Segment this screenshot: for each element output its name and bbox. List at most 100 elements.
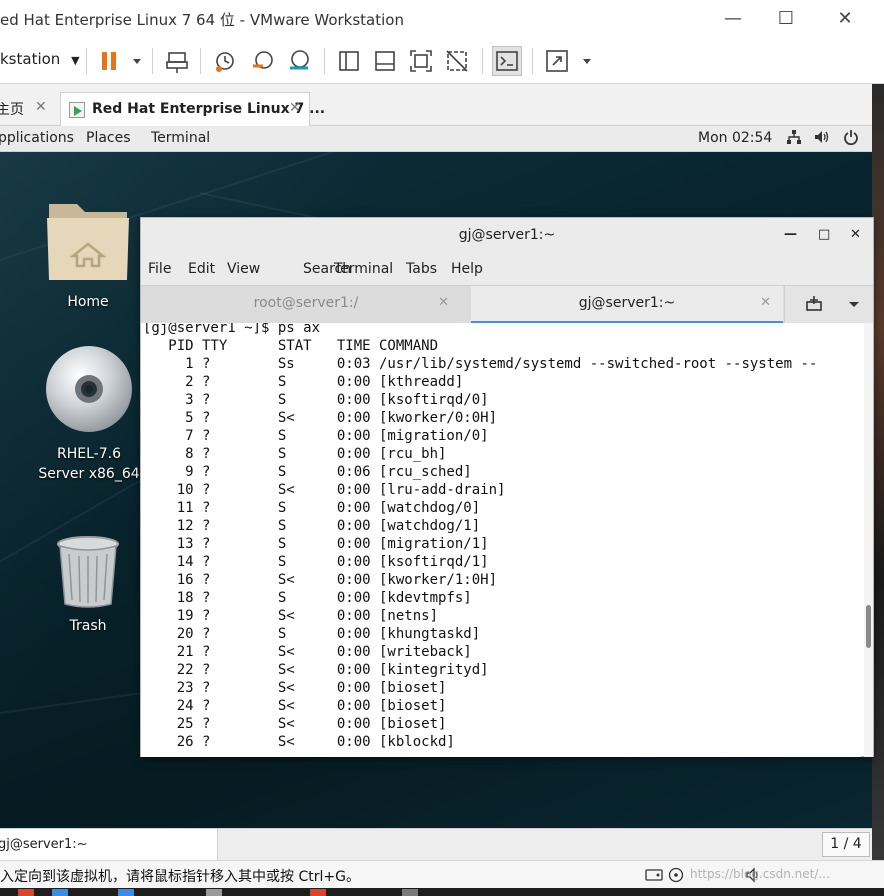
terminal-line: 26 ? S< 0:00 [kblockd] xyxy=(143,734,455,750)
terminal-tab-label: root@server1:/ xyxy=(253,295,359,311)
taskbar-app-icon[interactable] xyxy=(118,889,134,896)
tab-home-label: 主页 xyxy=(0,102,24,118)
taskbar-app-icon[interactable] xyxy=(402,889,418,896)
pause-icon[interactable] xyxy=(98,48,124,74)
terminal-line: 19 ? S< 0:00 [netns] xyxy=(143,608,439,624)
desktop-icon-rhel-disc[interactable]: RHEL-7.6 Server x86_64 xyxy=(33,344,145,484)
terminal-title-bar[interactable]: gj@server1:~ — □ ✕ xyxy=(141,218,873,255)
terminal-app-menu[interactable]: Terminal xyxy=(151,130,210,146)
terminal-tab-label: gj@server1:~ xyxy=(578,295,676,311)
taskbar-app-icon[interactable] xyxy=(310,889,326,896)
menu-view[interactable]: View xyxy=(227,261,260,277)
cd-rom-icon[interactable] xyxy=(668,867,686,883)
terminal-line: 24 ? S< 0:00 [bioset] xyxy=(143,698,447,714)
hard-disk-icon[interactable] xyxy=(645,867,663,883)
volume-icon[interactable] xyxy=(813,129,831,149)
desktop-icon-home[interactable]: Home xyxy=(33,198,143,312)
new-tab-icon[interactable] xyxy=(805,295,823,317)
taskbar-app-icon[interactable] xyxy=(52,889,68,896)
terminal-menu-bar: File Edit View Search Terminal Tabs Help xyxy=(141,255,873,285)
stretch-dropdown-icon[interactable] xyxy=(574,48,591,74)
workspace-pager[interactable]: 1 / 4 xyxy=(822,832,870,857)
vm-taskbar-window[interactable]: gj@server1:~ xyxy=(0,829,218,860)
close-icon[interactable]: ✕ xyxy=(289,100,301,116)
terminal-scrollbar[interactable] xyxy=(864,323,873,757)
terminal-line: 10 ? S< 0:00 [lru-add-drain] xyxy=(143,482,506,498)
terminal-line: PID TTY STAT TIME COMMAND xyxy=(143,338,439,354)
terminal-line: 23 ? S< 0:00 [bioset] xyxy=(143,680,447,696)
terminal-line: 11 ? S 0:00 [watchdog/0] xyxy=(143,500,481,516)
close-icon[interactable]: ✕ xyxy=(760,286,771,320)
revert-snapshot-icon[interactable] xyxy=(250,48,276,74)
menu-file[interactable]: File xyxy=(148,261,171,277)
vmware-tab-bar: 主页 ✕ Red Hat Enterprise Linux 7 ... ✕ xyxy=(0,84,884,126)
tab-home[interactable]: 主页 ✕ xyxy=(0,92,58,126)
terminal-tab-bar: root@server1:/ ✕ gj@server1:~ ✕ xyxy=(141,285,873,323)
menu-terminal[interactable]: Terminal xyxy=(334,261,393,277)
close-icon[interactable]: ✕ xyxy=(438,286,449,320)
terminal-close-button[interactable]: ✕ xyxy=(850,227,861,242)
terminal-line: 16 ? S< 0:00 [kworker/1:0H] xyxy=(143,572,498,588)
vm-running-icon xyxy=(69,102,85,118)
terminal-tab-root[interactable]: root@server1:/ ✕ xyxy=(141,286,471,323)
chevron-down-icon[interactable] xyxy=(847,296,861,315)
toolbar-divider xyxy=(200,48,201,74)
status-message: 入定向到该虚拟机，请将鼠标指针移入其中或按 Ctrl+G。 xyxy=(0,869,360,885)
vmware-title-bar: ed Hat Enterprise Linux 7 64 位 - VMware … xyxy=(0,0,884,40)
screen: ed Hat Enterprise Linux 7 64 位 - VMware … xyxy=(0,0,884,896)
menu-edit[interactable]: Edit xyxy=(188,261,215,277)
terminal-window[interactable]: gj@server1:~ — □ ✕ File Edit View Search… xyxy=(140,217,874,757)
desktop-icon-label: Trash xyxy=(69,618,107,634)
workstation-menu-label: kstation xyxy=(0,50,61,68)
minimize-button[interactable]: — xyxy=(718,6,748,32)
full-screen-icon[interactable] xyxy=(408,48,434,74)
snapshot-icon[interactable] xyxy=(212,48,238,74)
toolbar-divider xyxy=(482,48,483,74)
pause-dropdown-icon[interactable] xyxy=(124,48,141,74)
vmware-status-bar: 入定向到该虚拟机，请将鼠标指针移入其中或按 Ctrl+G。 https://bl… xyxy=(0,860,884,888)
terminal-line: 20 ? S 0:00 [khungtaskd] xyxy=(143,626,481,642)
close-icon[interactable]: ✕ xyxy=(35,99,47,115)
terminal-scrollbar-thumb[interactable] xyxy=(866,605,871,648)
terminal-tab-gj[interactable]: gj@server1:~ ✕ xyxy=(471,286,783,323)
menu-help[interactable]: Help xyxy=(451,261,483,277)
desktop-icon-trash[interactable]: Trash xyxy=(33,534,143,636)
power-icon[interactable] xyxy=(843,129,859,149)
terminal-line: 3 ? S 0:00 [ksoftirqd/0] xyxy=(143,392,489,408)
terminal-line: 1 ? Ss 0:03 /usr/lib/systemd/systemd --s… xyxy=(143,356,818,372)
gnome-top-bar: pplications Places Terminal Mon 02:54 xyxy=(0,126,872,152)
taskbar-app-icon[interactable] xyxy=(18,889,34,896)
toolbar-divider xyxy=(532,48,533,74)
taskbar-app-icon[interactable] xyxy=(206,889,222,896)
console-view-icon[interactable] xyxy=(492,46,522,76)
clock[interactable]: Mon 02:54 xyxy=(698,130,772,146)
terminal-line: 21 ? S< 0:00 [writeback] xyxy=(143,644,472,660)
host-taskbar xyxy=(0,888,884,896)
watermark-text: https://blog.csdn.net/... xyxy=(690,867,830,881)
show-library-icon[interactable] xyxy=(336,48,362,74)
tab-rhel-vm[interactable]: Red Hat Enterprise Linux 7 ... ✕ xyxy=(60,92,325,126)
maximize-button[interactable]: ☐ xyxy=(771,6,801,32)
send-ctrl-alt-del-icon[interactable] xyxy=(164,48,190,74)
trash-icon xyxy=(57,536,119,608)
terminal-minimize-button[interactable]: — xyxy=(784,227,797,242)
stretch-guest-icon[interactable] xyxy=(544,48,570,74)
applications-menu[interactable]: pplications xyxy=(0,130,74,146)
toolbar-divider xyxy=(324,48,325,74)
network-icon[interactable] xyxy=(786,129,802,149)
places-menu[interactable]: Places xyxy=(86,130,131,146)
menu-tabs[interactable]: Tabs xyxy=(406,261,437,277)
vm-bottom-bar: gj@server1:~ 1 / 4 xyxy=(0,828,872,860)
workstation-menu[interactable]: kstation ▼ xyxy=(0,50,80,68)
thumbnail-bar-icon[interactable] xyxy=(372,48,398,74)
close-button[interactable]: ✕ xyxy=(830,6,860,32)
terminal-line: 7 ? S 0:00 [migration/0] xyxy=(143,428,489,444)
unity-icon[interactable] xyxy=(444,48,470,74)
snapshot-manager-icon[interactable] xyxy=(286,48,312,74)
home-folder-icon xyxy=(47,204,129,280)
terminal-line: 5 ? S< 0:00 [kworker/0:0H] xyxy=(143,410,498,426)
toolbar-divider xyxy=(86,48,87,74)
terminal-maximize-button[interactable]: □ xyxy=(818,227,830,242)
terminal-output[interactable]: [gj@server1 ~]$ ps ax PID TTY STAT TIME … xyxy=(141,323,861,757)
terminal-line: 14 ? S 0:00 [ksoftirqd/1] xyxy=(143,554,489,570)
